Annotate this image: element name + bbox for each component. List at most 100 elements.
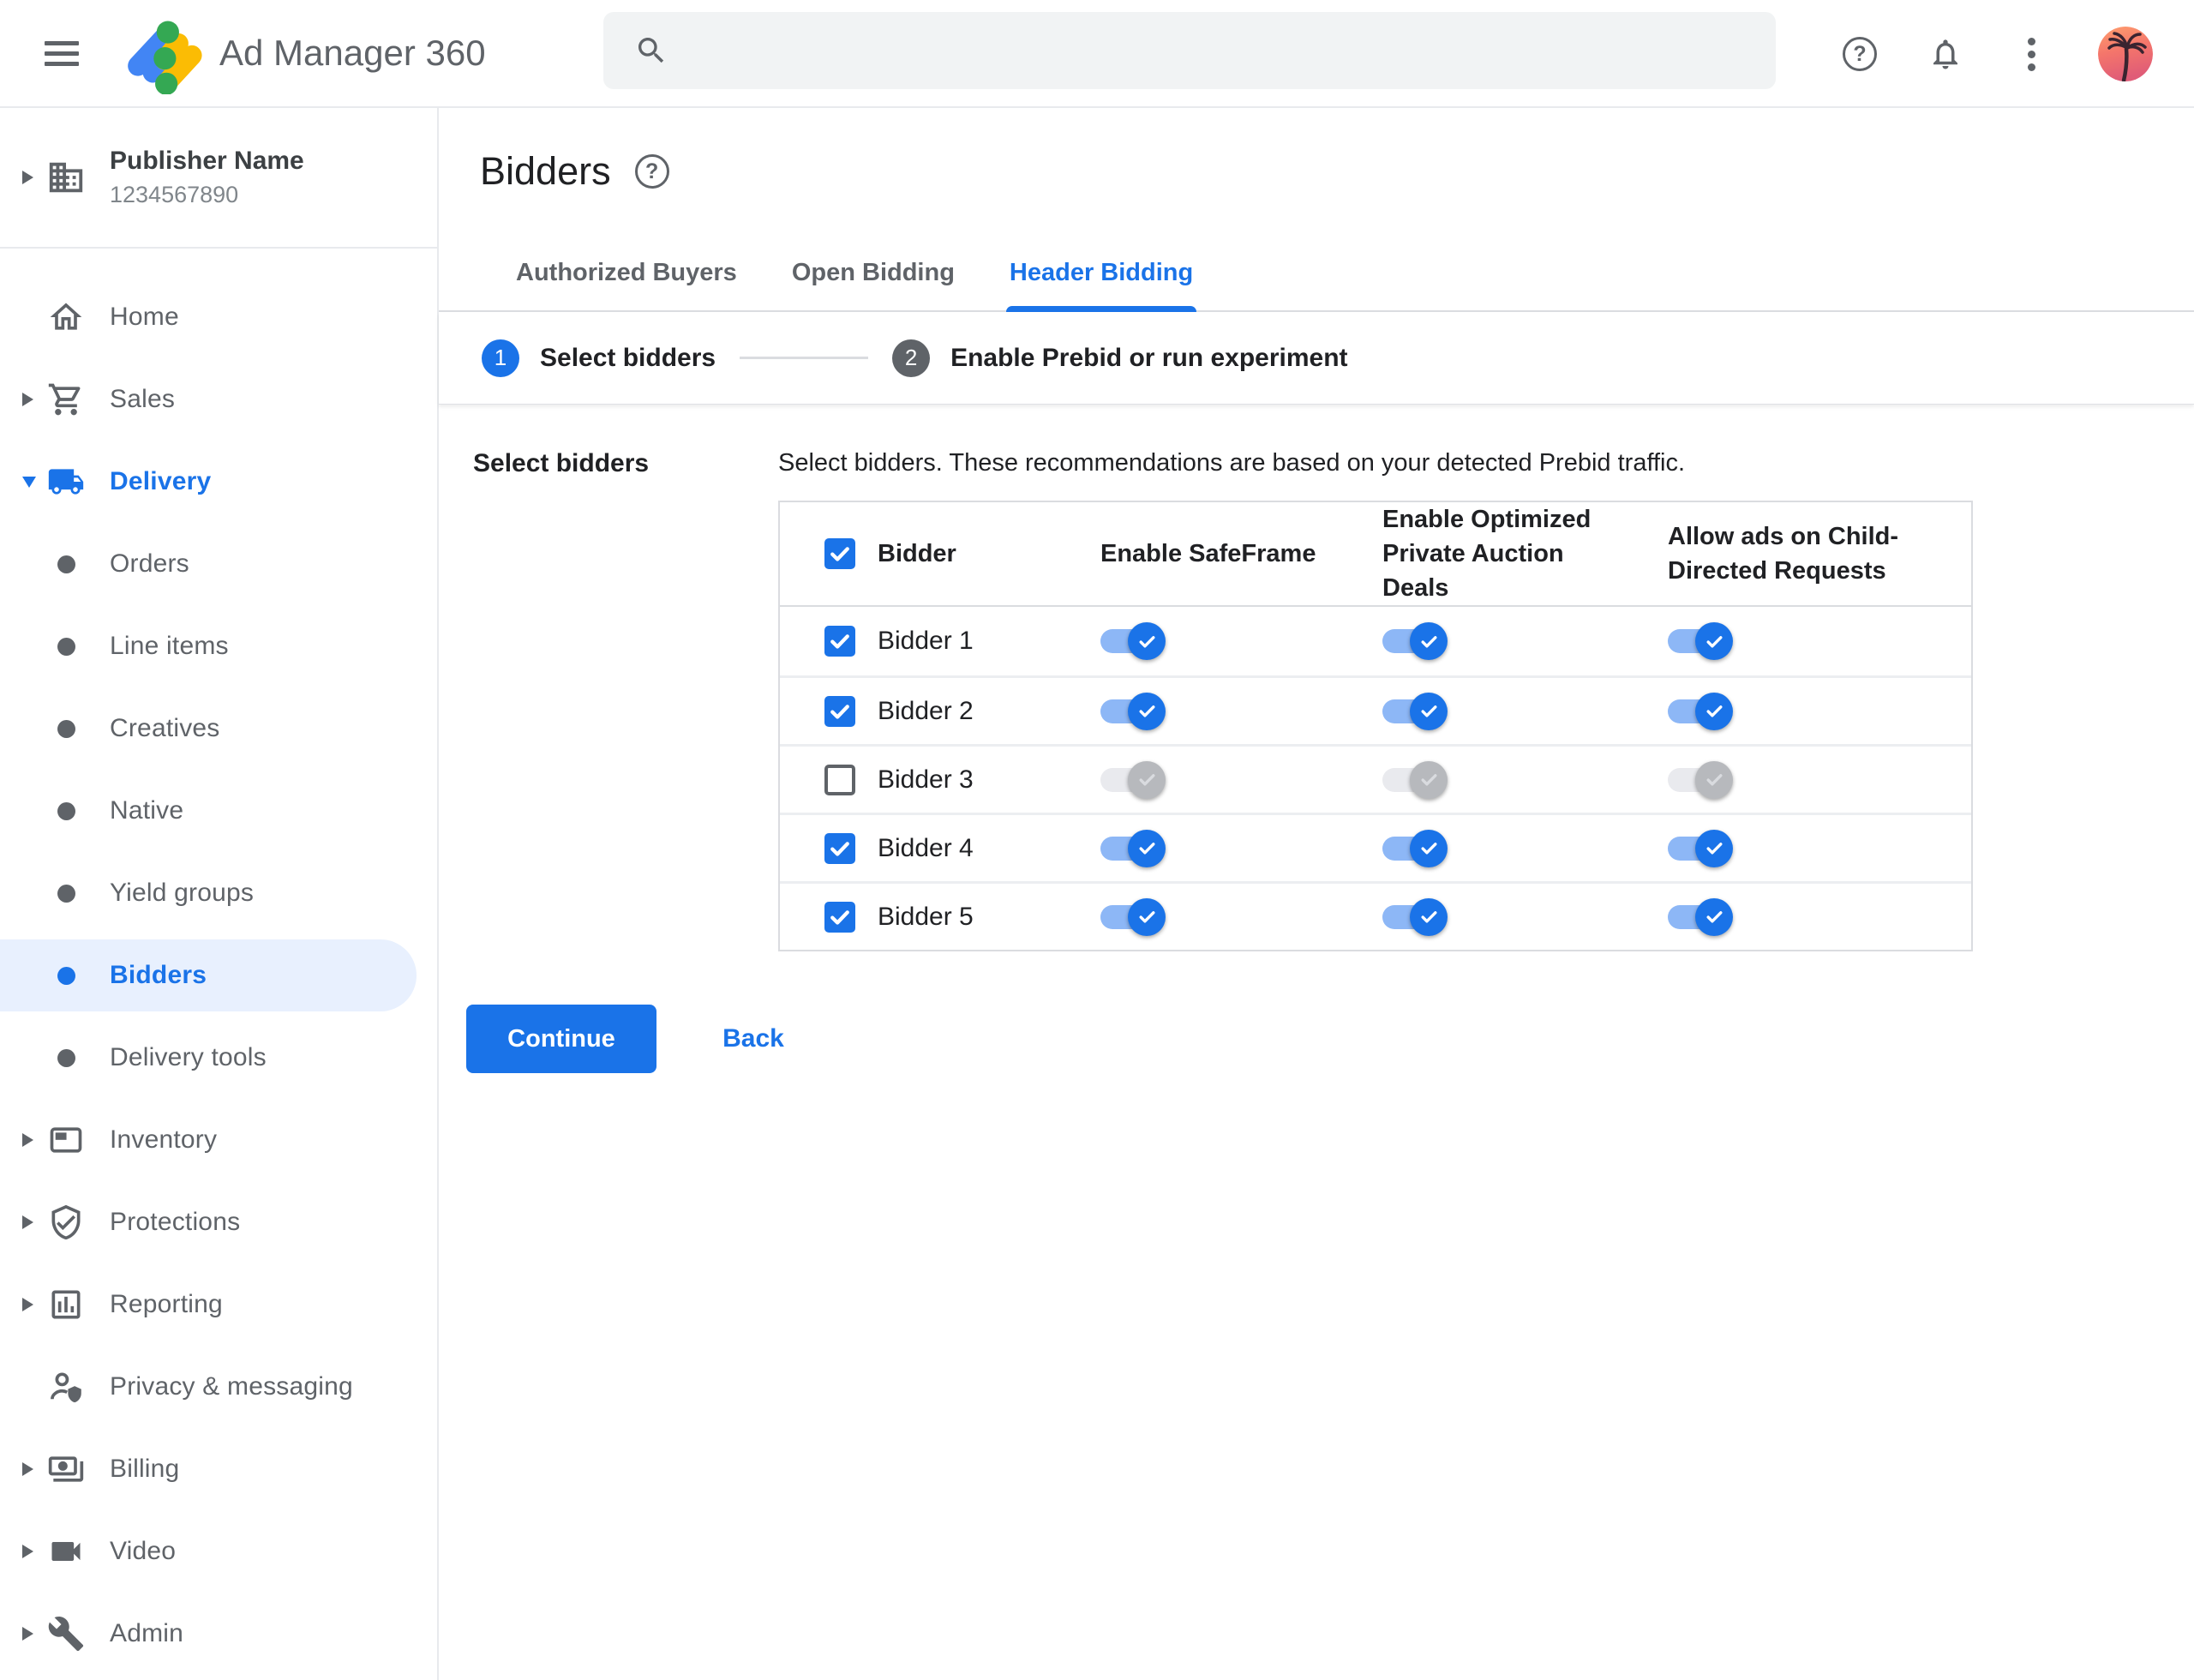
search-bar[interactable]	[603, 12, 1776, 89]
app-title: Ad Manager 360	[219, 33, 486, 73]
check-icon	[1139, 843, 1154, 855]
sidebar-item-video[interactable]: Video	[0, 1510, 437, 1593]
child-directed-toggle[interactable]	[1668, 897, 1738, 936]
bidder-name: Bidder 4	[878, 833, 974, 862]
bullet-icon	[57, 966, 75, 985]
row-checkbox[interactable]	[824, 832, 855, 864]
row-checkbox[interactable]	[824, 626, 855, 657]
tab-header-bidding[interactable]: Header Bidding	[982, 235, 1220, 312]
column-header-child-directed: Allow ads on Child-Directed Requests	[1668, 523, 1899, 585]
bullet-icon	[57, 555, 75, 573]
expand-down-icon	[22, 476, 36, 488]
tab-open-bidding[interactable]: Open Bidding	[764, 235, 982, 310]
bullet-icon	[57, 719, 75, 738]
more-options-button[interactable]	[2012, 35, 2050, 73]
optimized-deals-toggle[interactable]	[1382, 760, 1453, 799]
tab-bar: Authorized Buyers Open Bidding Header Bi…	[439, 235, 2194, 312]
safeframe-toggle[interactable]	[1100, 622, 1171, 660]
sidebar-item-yield-groups[interactable]: Yield groups	[0, 852, 437, 934]
publisher-switcher[interactable]: Publisher Name 1234567890	[0, 108, 437, 249]
main-content: Bidders ? Authorized Buyers Open Bidding…	[439, 108, 2194, 1680]
optimized-deals-toggle[interactable]	[1382, 897, 1453, 936]
expand-right-icon	[22, 171, 33, 184]
sidebar-item-delivery[interactable]: Delivery	[0, 441, 437, 523]
ad-unit-frame-icon	[45, 1121, 87, 1159]
notifications-button[interactable]	[1927, 35, 1964, 73]
row-checkbox[interactable]	[824, 695, 855, 727]
column-header-safeframe: Enable SafeFrame	[1100, 540, 1316, 567]
payments-icon	[45, 1450, 87, 1488]
avatar-palm-tree-image	[2098, 27, 2153, 81]
sidebar-item-sales[interactable]: Sales	[0, 358, 437, 441]
help-icon: ?	[644, 159, 659, 183]
expand-right-icon	[22, 1462, 33, 1476]
child-directed-toggle[interactable]	[1668, 829, 1738, 867]
sidebar-item-bidders[interactable]: Bidders	[0, 939, 417, 1011]
sidebar-item-creatives[interactable]: Creatives	[0, 687, 437, 770]
child-directed-toggle[interactable]	[1668, 760, 1738, 799]
top-app-bar: Ad Manager 360 ?	[0, 0, 2194, 108]
row-checkbox[interactable]	[824, 764, 855, 795]
hamburger-menu-icon[interactable]	[45, 35, 79, 72]
back-button[interactable]: Back	[698, 1023, 809, 1054]
sidebar-nav: Home Sales Delivery Orders Line items Cr…	[0, 249, 437, 1675]
check-icon	[830, 634, 849, 649]
page-title: Bidders	[480, 149, 611, 193]
safeframe-toggle[interactable]	[1100, 760, 1171, 799]
sidebar-item-inventory[interactable]: Inventory	[0, 1099, 437, 1181]
child-directed-toggle[interactable]	[1668, 692, 1738, 730]
shield-check-icon	[45, 1203, 87, 1241]
bidders-table: Bidder Enable SafeFrame Enable Optimized…	[778, 501, 1973, 951]
check-icon	[1706, 911, 1722, 923]
check-icon	[830, 841, 849, 856]
search-input[interactable]	[692, 16, 1750, 85]
check-icon	[830, 547, 849, 561]
sidebar-item-orders[interactable]: Orders	[0, 523, 437, 605]
avatar[interactable]	[2098, 27, 2153, 81]
expand-right-icon	[22, 1298, 33, 1311]
sidebar-item-home[interactable]: Home	[0, 276, 437, 358]
check-icon	[1421, 705, 1436, 717]
check-icon	[1706, 774, 1722, 786]
expand-right-icon	[22, 1133, 33, 1147]
sidebar-item-delivery-tools[interactable]: Delivery tools	[0, 1017, 437, 1099]
help-icon: ?	[1853, 41, 1867, 66]
kebab-menu-icon	[2027, 37, 2035, 71]
safeframe-toggle[interactable]	[1100, 897, 1171, 936]
optimized-deals-toggle[interactable]	[1382, 692, 1453, 730]
sidebar-item-native[interactable]: Native	[0, 770, 437, 852]
bell-icon	[1933, 39, 1957, 69]
truck-icon	[45, 463, 87, 501]
section-label: Select bidders	[473, 449, 650, 477]
column-header-bidder: Bidder	[878, 540, 956, 567]
check-icon	[1706, 635, 1722, 647]
help-button[interactable]: ?	[1841, 35, 1879, 73]
safeframe-toggle[interactable]	[1100, 829, 1171, 867]
optimized-deals-toggle[interactable]	[1382, 829, 1453, 867]
step-number-badge: 1	[482, 339, 519, 377]
expand-right-icon	[22, 393, 33, 406]
search-icon	[638, 38, 664, 63]
sidebar-item-protections[interactable]: Protections	[0, 1181, 437, 1263]
expand-right-icon	[22, 1545, 33, 1558]
child-directed-toggle[interactable]	[1668, 622, 1738, 660]
sidebar-item-line-items[interactable]: Line items	[0, 605, 437, 687]
continue-button[interactable]: Continue	[466, 1005, 656, 1073]
video-camera-icon	[45, 1533, 87, 1570]
expand-right-icon	[22, 1627, 33, 1641]
safeframe-toggle[interactable]	[1100, 692, 1171, 730]
wrench-icon	[45, 1615, 87, 1653]
sidebar-item-billing[interactable]: Billing	[0, 1428, 437, 1510]
check-icon	[1139, 635, 1154, 647]
optimized-deals-toggle[interactable]	[1382, 622, 1453, 660]
check-icon	[1139, 911, 1154, 923]
check-icon	[1706, 843, 1722, 855]
bidder-name: Bidder 5	[878, 902, 974, 931]
select-all-checkbox[interactable]	[824, 538, 855, 569]
page-help-button[interactable]: ?	[634, 154, 669, 189]
sidebar-item-admin[interactable]: Admin	[0, 1593, 437, 1675]
sidebar-item-privacy-messaging[interactable]: Privacy & messaging	[0, 1346, 437, 1428]
tab-authorized-buyers[interactable]: Authorized Buyers	[489, 235, 764, 310]
row-checkbox[interactable]	[824, 901, 855, 933]
sidebar-item-reporting[interactable]: Reporting	[0, 1263, 437, 1346]
